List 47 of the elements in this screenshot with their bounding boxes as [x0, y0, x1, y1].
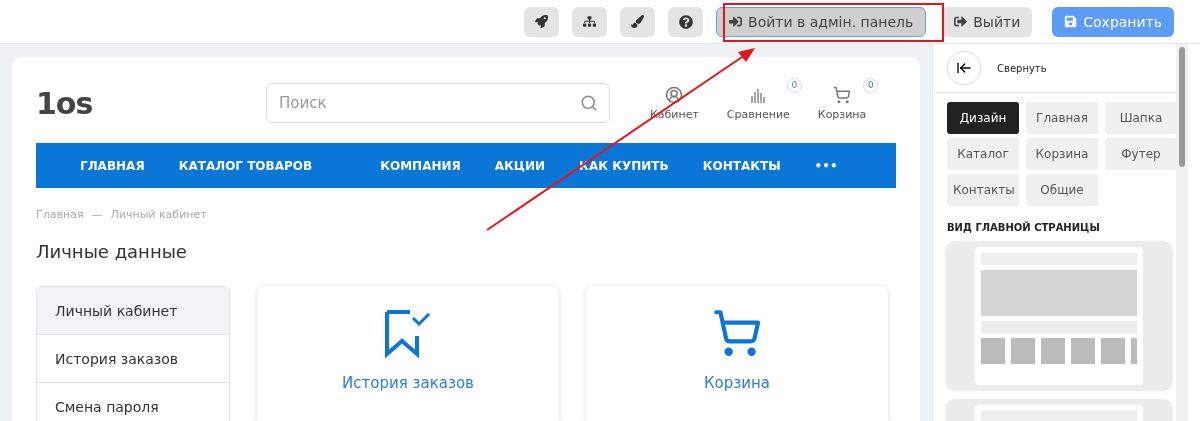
brush-button[interactable]: [620, 6, 656, 37]
nav-link[interactable]: КОНТАКТЫ: [702, 158, 781, 173]
tab[interactable]: Общие: [1026, 174, 1098, 206]
search-field[interactable]: Поиск: [266, 83, 610, 123]
page-title: Личные данные: [36, 241, 188, 262]
logo[interactable]: 1os: [36, 85, 266, 121]
arrow-bar-icon: [956, 60, 972, 76]
logout-button[interactable]: Выйти: [942, 6, 1033, 37]
sign-in-icon: [729, 15, 743, 28]
tab[interactable]: Главная: [1026, 102, 1098, 134]
separator-dash: —: [91, 208, 103, 221]
tab[interactable]: Дизайн: [947, 102, 1019, 134]
brush-icon: [631, 15, 645, 28]
cart-icon: [833, 85, 852, 104]
nav-link[interactable]: КАТАЛОГ ТОВАРОВ: [178, 158, 313, 173]
sitemap-icon: [583, 15, 597, 28]
link-card[interactable]: Корзина: [586, 286, 888, 421]
bookmark-check-icon: [384, 308, 432, 358]
tab[interactable]: Корзина: [1026, 138, 1098, 170]
count-badge: 0: [786, 77, 802, 93]
sign-out-icon: [954, 15, 968, 28]
user-icon: [665, 85, 684, 104]
tab[interactable]: Контакты: [947, 174, 1019, 206]
help-icon: [678, 14, 693, 29]
tab[interactable]: Каталог: [947, 138, 1019, 170]
nav-link[interactable]: АКЦИИ: [494, 158, 546, 173]
help-button[interactable]: [668, 6, 704, 37]
search-icon: [580, 94, 598, 112]
sitemap-button[interactable]: [572, 6, 608, 37]
menu-item[interactable]: Личный кабинет: [37, 287, 229, 335]
link-card[interactable]: История заказов: [257, 286, 559, 421]
collapse-label: Свернуть: [997, 62, 1047, 74]
nav-link[interactable]: ГЛАВНАЯ: [80, 158, 145, 173]
cart-icon: [712, 308, 762, 358]
nav-link[interactable]: •••: [814, 158, 838, 173]
count-badge: 0: [863, 77, 879, 93]
card-label: История заказов: [342, 374, 474, 392]
rocket-icon: [535, 15, 549, 28]
save-icon: [1064, 15, 1078, 28]
nav-link[interactable]: КОМПАНИЯ: [380, 158, 461, 173]
rocket-button[interactable]: [524, 6, 560, 37]
admin-panel-button[interactable]: Войти в адмін. панель: [716, 6, 927, 37]
collapse-button[interactable]: [947, 51, 981, 85]
section-title: ВИД ГЛАВНОЙ СТРАНИЦЫ: [946, 220, 1101, 233]
tab[interactable]: Шапка: [1105, 102, 1177, 134]
card-label: Корзина: [703, 374, 771, 392]
tab[interactable]: Футер: [1105, 138, 1177, 170]
